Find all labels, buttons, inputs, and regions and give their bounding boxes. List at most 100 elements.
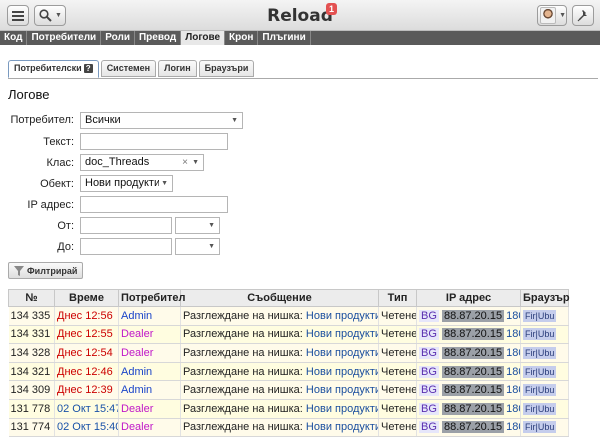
user-link[interactable]: Admin <box>121 366 152 378</box>
browser-badge[interactable]: Fir|Ubu <box>523 384 557 397</box>
ip-filter-label: IP адрес: <box>27 199 74 211</box>
user-link[interactable]: Dealer <box>121 403 153 415</box>
row-user[interactable]: Admin <box>118 306 181 326</box>
user-link[interactable]: Admin <box>121 384 152 396</box>
text-filter-input[interactable] <box>80 133 228 150</box>
browser-badge[interactable]: Fir|Ubu <box>523 421 557 434</box>
col-browser[interactable]: Браузър <box>520 289 570 307</box>
country-badge: BG <box>419 384 439 397</box>
clear-icon[interactable]: × <box>182 155 188 170</box>
user-link[interactable]: Admin <box>121 310 152 322</box>
nav-item-logs[interactable]: Логове <box>181 31 226 45</box>
message-text: Разглеждане на нишка: <box>183 328 303 341</box>
user-menu-button[interactable]: ▼ <box>537 5 567 26</box>
tab-browsers[interactable]: Браузъри <box>198 60 255 77</box>
tab-user-logs[interactable]: Потребителски? <box>8 60 99 78</box>
tab-system[interactable]: Системен <box>100 60 157 77</box>
ip-count-link[interactable]: 1807 <box>506 310 519 322</box>
table-row: 134 321 Днес 12:46 Admin Разглеждане на ниш… <box>8 362 569 382</box>
from-filter-label: От: <box>57 220 74 232</box>
to-date-input[interactable] <box>80 238 172 255</box>
row-browser: Fir|Ubu <box>520 380 569 400</box>
browser-badge[interactable]: Fir|Ubu <box>523 365 557 378</box>
row-number: 134 328 <box>8 343 55 363</box>
col-user[interactable]: Потребител <box>118 289 185 307</box>
row-browser: Fir|Ubu <box>520 343 569 363</box>
table-row: 134 331 Днес 12:55 Dealer Разглеждане на ни… <box>8 325 569 345</box>
ip-count-link[interactable]: 1807 <box>506 347 519 359</box>
row-time: Днес 12:46 <box>54 362 119 382</box>
country-badge: BG <box>419 402 439 415</box>
country-badge: BG <box>419 309 439 322</box>
user-link[interactable]: Dealer <box>121 421 153 433</box>
nav-item-users[interactable]: Потребители <box>27 31 102 45</box>
class-filter-select[interactable]: doc_Threads × ▼ <box>80 154 204 171</box>
row-user[interactable]: Dealer <box>118 343 181 363</box>
from-time-select[interactable]: ▼ <box>175 217 220 234</box>
class-filter-label: Клас: <box>46 157 75 169</box>
user-link[interactable]: Dealer <box>121 347 153 359</box>
col-message[interactable]: Съобщение <box>180 289 379 307</box>
row-number: 131 774 <box>8 418 55 437</box>
avatar <box>540 7 557 24</box>
browser-badge[interactable]: Fir|Ubu <box>523 328 557 341</box>
from-date-input[interactable] <box>80 217 172 234</box>
notification-badge[interactable]: 1 <box>326 3 338 15</box>
row-time: Днес 12:56 <box>54 306 119 326</box>
ip-count-link[interactable]: 1807 <box>506 328 519 340</box>
ip-address[interactable]: 88.87.20.15 <box>441 384 505 397</box>
row-browser: Fir|Ubu <box>520 325 569 345</box>
user-filter-select[interactable]: Всички ▼ <box>80 112 243 129</box>
ip-count-link[interactable]: 1807 <box>506 403 519 415</box>
filter-button[interactable]: Филтрирай <box>8 262 84 279</box>
ip-address[interactable]: 88.87.20.15 <box>441 421 505 434</box>
help-icon[interactable]: ? <box>83 64 93 73</box>
row-time: 02 Окт 15:40 <box>54 418 119 437</box>
row-type: Четене <box>378 343 417 363</box>
class-filter-value: doc_Threads <box>85 156 150 168</box>
nav-item-cron[interactable]: Крон <box>225 31 259 45</box>
row-user[interactable]: Admin <box>118 362 181 382</box>
nav-item-code[interactable]: Код <box>0 31 28 45</box>
row-user[interactable]: Dealer <box>118 418 181 437</box>
col-type[interactable]: Тип <box>378 289 417 307</box>
browser-badge[interactable]: Fir|Ubu <box>523 402 557 415</box>
user-link[interactable]: Dealer <box>121 328 153 340</box>
table-header-row: № Време Потребител Съобщение Тип IP адре… <box>8 289 570 307</box>
thread-link[interactable]: Нови продукти <box>306 366 378 378</box>
ip-filter-input[interactable] <box>80 196 228 213</box>
nav-item-plugins[interactable]: Плъгини <box>258 31 311 45</box>
col-ip[interactable]: IP адрес <box>416 289 521 307</box>
ip-count-link[interactable]: 1807 <box>506 421 519 433</box>
tab-login[interactable]: Логин <box>158 60 197 77</box>
thread-link[interactable]: Нови продукти <box>306 403 378 415</box>
pin-button[interactable] <box>572 5 594 26</box>
object-filter-select[interactable]: Нови продукти ▼ <box>80 175 173 192</box>
browser-badge[interactable]: Fir|Ubu <box>523 346 557 359</box>
ip-address[interactable]: 88.87.20.15 <box>441 346 505 359</box>
chevron-down-icon: ▼ <box>208 243 215 250</box>
ip-address[interactable]: 88.87.20.15 <box>441 402 505 415</box>
ip-address[interactable]: 88.87.20.15 <box>441 365 505 378</box>
thread-link[interactable]: Нови продукти <box>306 384 378 396</box>
table-row: 134 328 Днес 12:54 Dealer Разглеждане на ни… <box>8 343 569 363</box>
ip-address[interactable]: 88.87.20.15 <box>441 309 505 322</box>
browser-badge[interactable]: Fir|Ubu <box>523 309 557 322</box>
thread-link[interactable]: Нови продукти <box>306 421 378 433</box>
thread-link[interactable]: Нови продукти <box>306 328 378 340</box>
row-number: 134 335 <box>8 306 55 326</box>
to-time-select[interactable]: ▼ <box>175 238 220 255</box>
chevron-down-icon: ▼ <box>161 180 168 187</box>
row-user[interactable]: Dealer <box>118 399 181 419</box>
ip-address[interactable]: 88.87.20.15 <box>441 328 505 341</box>
thread-link[interactable]: Нови продукти <box>306 310 378 322</box>
col-number[interactable]: № <box>8 289 55 307</box>
ip-count-link[interactable]: 1807 <box>506 366 519 378</box>
nav-item-translation[interactable]: Превод <box>135 31 182 45</box>
row-user[interactable]: Dealer <box>118 325 181 345</box>
row-user[interactable]: Admin <box>118 380 181 400</box>
nav-item-roles[interactable]: Роли <box>101 31 135 45</box>
ip-count-link[interactable]: 1807 <box>506 384 519 396</box>
col-time[interactable]: Време <box>54 289 119 307</box>
thread-link[interactable]: Нови продукти <box>306 347 378 359</box>
